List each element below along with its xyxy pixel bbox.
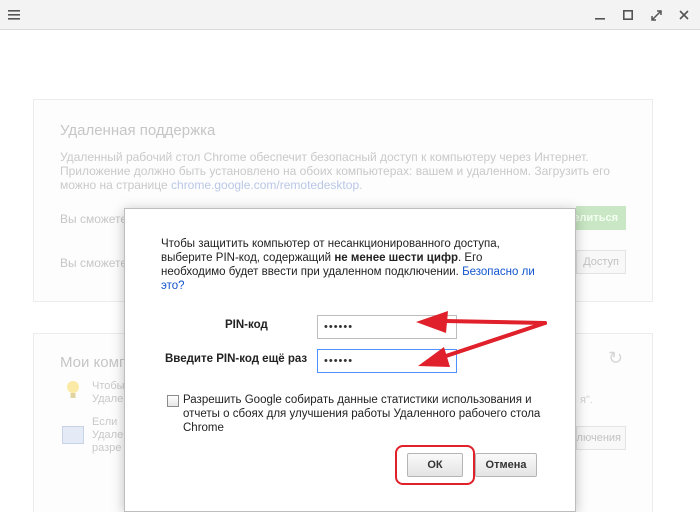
- minimize-icon[interactable]: [586, 0, 614, 30]
- hint-tail-text: я".: [580, 394, 593, 406]
- hint-text-1: Чтобы Удале: [92, 380, 125, 405]
- pin-confirm-label: Введите PIN-код ещё раз: [165, 353, 308, 365]
- remotedesktop-link[interactable]: chrome.google.com/remotedesktop: [171, 178, 359, 192]
- monitor-icon: [62, 426, 84, 444]
- dialog-intro-text: Чтобы защитить компьютер от несанкционир…: [161, 238, 535, 292]
- enable-connections-button[interactable]: лючения: [576, 426, 626, 450]
- lightbulb-icon: [67, 381, 79, 398]
- consent-label: Разрешить Google собирать данные статист…: [183, 394, 541, 434]
- access-row-text: Вы сможете: [60, 256, 128, 270]
- refresh-icon[interactable]: ↻: [608, 348, 623, 369]
- support-row-text: Вы сможете: [60, 212, 128, 226]
- pin-confirm-input[interactable]: ••••••: [317, 349, 457, 373]
- cancel-button[interactable]: Отмена: [475, 453, 537, 477]
- pin-dialog: Чтобы защитить компьютер от несанкционир…: [124, 208, 576, 512]
- consent-checkbox[interactable]: [167, 395, 179, 407]
- maximize-icon[interactable]: [614, 0, 642, 30]
- remote-support-title: Удаленная поддержка: [60, 122, 216, 139]
- my-computers-title: Мои комп: [60, 354, 128, 371]
- share-button[interactable]: делиться: [566, 206, 626, 230]
- pin-input[interactable]: ••••••: [317, 315, 457, 339]
- access-button[interactable]: Доступ: [576, 250, 626, 274]
- window-titlebar: [0, 0, 700, 30]
- hint-text-2: Если Удале разре: [92, 416, 124, 454]
- close-icon[interactable]: [670, 0, 698, 30]
- ok-button[interactable]: ОК: [407, 453, 463, 477]
- remote-support-description: Удаленный рабочий стол Chrome обеспечит …: [60, 150, 610, 192]
- fullscreen-icon[interactable]: [642, 0, 670, 30]
- menu-icon[interactable]: [0, 0, 28, 30]
- pin-label: PIN-код: [225, 319, 268, 331]
